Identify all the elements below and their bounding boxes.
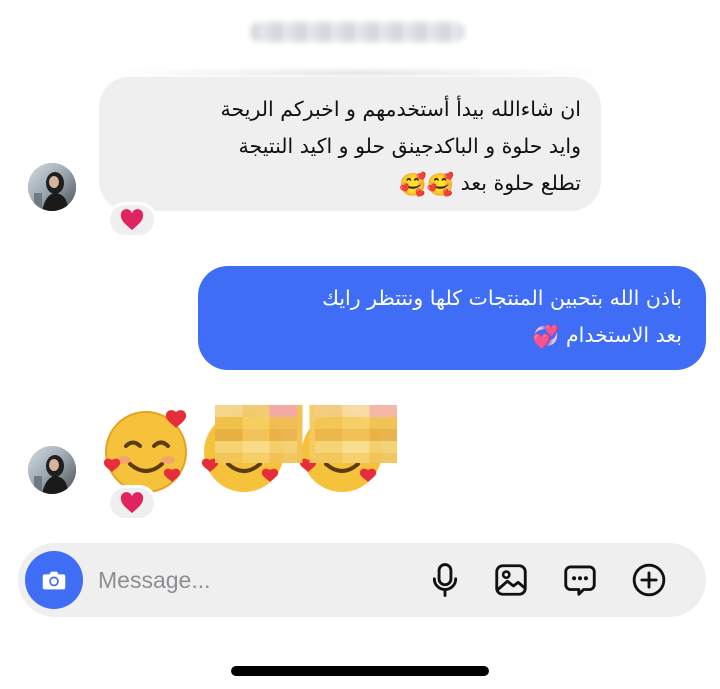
smiling-face-with-hearts-emoji xyxy=(103,410,187,493)
blurred-divider xyxy=(110,70,610,76)
received-line-2: وايد حلوة و الباكدجينق حلو و اكيد النتيج… xyxy=(238,134,581,158)
contact-avatar[interactable] xyxy=(28,446,76,494)
microphone-icon xyxy=(432,563,458,597)
home-indicator[interactable] xyxy=(231,666,489,676)
plus-icon xyxy=(632,563,666,597)
received-line-1: ان شاءالله بيدأ أستخدمهم و اخبركم الريحة xyxy=(220,97,581,121)
received-line-3: تطلع حلوة بعد 🥰🥰 xyxy=(117,165,581,202)
two-hearts-emoji: 💞 xyxy=(532,325,560,350)
message-input[interactable] xyxy=(98,563,398,597)
sticker-chat-icon xyxy=(564,565,596,596)
received-line-3-text: تطلع حلوة بعد xyxy=(460,171,581,195)
more-options-button[interactable] xyxy=(629,560,669,600)
heart-icon xyxy=(120,209,144,230)
image-icon xyxy=(495,564,527,596)
camera-button[interactable] xyxy=(25,551,83,609)
heart-reaction[interactable] xyxy=(107,202,157,238)
camera-icon xyxy=(42,571,66,590)
received-message-bubble[interactable]: ان شاءالله بيدأ أستخدمهم و اخبركم الريحة… xyxy=(99,77,601,211)
pixelated-emoji-area xyxy=(215,405,397,463)
smiling-hearts-emoji: 🥰🥰 xyxy=(399,173,455,198)
microphone-button[interactable] xyxy=(425,560,465,600)
sticker-button[interactable] xyxy=(560,560,600,600)
heart-icon xyxy=(120,492,144,513)
chat-screen: ان شاءالله بيدأ أستخدمهم و اخبركم الريحة… xyxy=(0,0,720,689)
sent-line-2: بعد الاستخدام 💞 xyxy=(216,317,682,354)
heart-reaction[interactable] xyxy=(107,485,157,521)
gallery-button[interactable] xyxy=(491,560,531,600)
blurred-contact-name xyxy=(250,22,465,42)
sent-message-bubble[interactable]: باذن الله بتحبين المنتجات كلها ونتتظر را… xyxy=(198,266,706,370)
sent-line-2-text: بعد الاستخدام xyxy=(565,323,682,347)
contact-avatar[interactable] xyxy=(28,163,76,211)
message-composer xyxy=(18,543,706,617)
sent-line-1: باذن الله بتحبين المنتجات كلها ونتتظر را… xyxy=(322,286,682,310)
